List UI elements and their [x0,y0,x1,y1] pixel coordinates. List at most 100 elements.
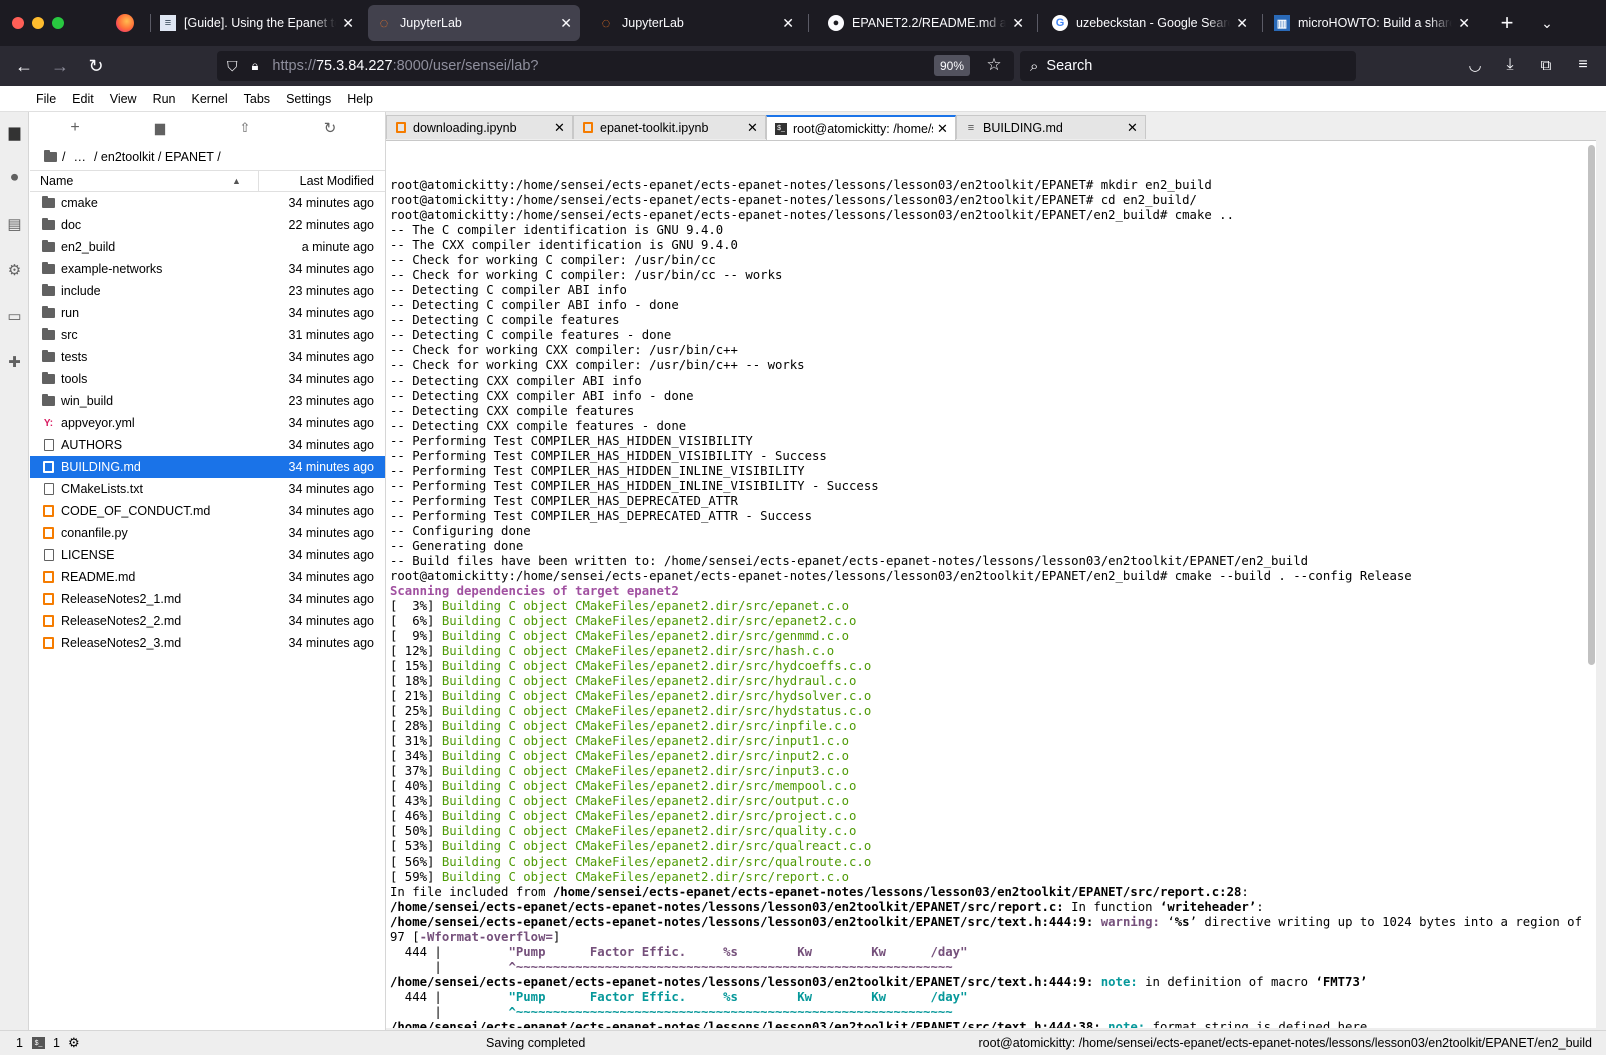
close-icon[interactable]: ✕ [747,120,761,136]
file-row[interactable]: LICENSE 34 minutes ago [30,544,385,566]
simple-mode-count[interactable]: 1 [16,1036,23,1050]
close-icon[interactable]: ✕ [1236,15,1248,32]
terminal-icon[interactable]: $_ [32,1037,45,1049]
file-browser-folder-icon[interactable]: ▆ [5,122,24,141]
menu-settings[interactable]: Settings [278,92,339,106]
kernel-status-gear-icon[interactable]: ⚙ [68,1035,80,1051]
extensions-icon[interactable]: ⧉ [1534,53,1558,77]
close-icon[interactable]: ✕ [1127,120,1141,136]
menu-edit[interactable]: Edit [64,92,102,106]
menu-help[interactable]: Help [339,92,381,106]
close-window-button[interactable] [12,17,24,29]
file-row[interactable]: tests 34 minutes ago [30,346,385,368]
name-column-header[interactable]: Name [40,174,73,188]
browser-tab-jupyterlab-active[interactable]: ◌ JupyterLab ✕ [368,5,580,41]
new-tab-button[interactable]: + [1495,10,1519,35]
last-modified-column-header[interactable]: Last Modified [300,174,374,188]
menu-icon[interactable]: ≡ [1571,53,1595,77]
terminal-output[interactable]: root@atomickitty:/home/sensei/ects-epane… [386,140,1596,1028]
close-icon[interactable]: ✕ [937,121,951,137]
zoom-level-button[interactable]: 90% [934,55,970,76]
list-all-tabs-button[interactable]: ⌄ [1535,11,1559,35]
file-row[interactable]: en2_build a minute ago [30,236,385,258]
file-row[interactable]: run 34 minutes ago [30,302,385,324]
menu-tabs[interactable]: Tabs [236,92,278,106]
breadcrumb-root[interactable]: / [62,150,65,164]
file-row[interactable]: CODE_OF_CONDUCT.md 34 minutes ago [30,500,385,522]
sort-ascending-icon[interactable]: ▲ [232,176,241,186]
new-launcher-plus-icon[interactable]: + [65,118,85,138]
tab-terminal-active[interactable]: $_ root@atomickitty: /home/sensei ✕ [766,115,956,140]
file-row[interactable]: src 31 minutes ago [30,324,385,346]
file-row[interactable]: Y: appveyor.yml 34 minutes ago [30,412,385,434]
browser-tab-jupyterlab[interactable]: ◌ JupyterLab ✕ [590,5,802,41]
browser-tab-google-search[interactable]: G uzebeckstan - Google Search ✕ [1044,5,1256,41]
refresh-icon[interactable]: ↻ [320,118,340,138]
forward-button[interactable]: → [48,54,72,78]
close-icon[interactable]: ✕ [560,15,572,32]
property-inspector-gear-icon[interactable]: ⚙ [5,260,24,279]
lock-icon[interactable]: 🔒︎ [252,58,259,74]
file-row[interactable]: ReleaseNotes2_2.md 34 minutes ago [30,610,385,632]
breadcrumb-path[interactable]: / en2toolkit / EPANET / [94,150,221,164]
file-modified: a minute ago [301,240,374,254]
url-bar[interactable]: ⛉ 🔒︎ https://75.3.84.227:8000/user/sense… [217,51,1014,81]
search-icon: ⌕ [1030,57,1039,75]
search-input[interactable]: ⌕ Search [1020,51,1356,81]
file-row[interactable]: win_build 23 minutes ago [30,390,385,412]
file-row[interactable]: CMakeLists.txt 34 minutes ago [30,478,385,500]
tab-downloading-notebook[interactable]: downloading.ipynb ✕ [386,115,573,139]
file-row[interactable]: cmake 34 minutes ago [30,192,385,214]
new-folder-icon[interactable]: ▆ [150,118,170,138]
file-row[interactable]: doc 22 minutes ago [30,214,385,236]
firefox-logo-icon[interactable] [116,14,134,32]
breadcrumb-ellipsis[interactable]: … [73,150,86,164]
home-folder-icon[interactable] [44,150,57,162]
folder-icon [42,240,55,253]
menu-file[interactable]: File [28,92,64,106]
close-icon[interactable]: ✕ [554,120,568,136]
download-icon[interactable]: ⤓ [1498,53,1522,77]
terminal-scrollbar-track[interactable] [1587,141,1596,1028]
command-palette-icon[interactable]: ▤ [5,214,24,233]
menu-view[interactable]: View [102,92,145,106]
browser-tab-label: JupyterLab [622,16,684,30]
terminal-text: -- Performing Test COMPILER_HAS_HIDDEN_I… [390,463,805,478]
close-icon[interactable]: ✕ [782,15,794,32]
url-text[interactable]: https://75.3.84.227:8000/user/sensei/lab… [272,58,538,74]
close-icon[interactable]: ✕ [342,15,354,32]
file-row[interactable]: include 23 minutes ago [30,280,385,302]
terminal-scrollbar-thumb[interactable] [1588,145,1595,665]
browser-tab-github[interactable]: ● EPANET2.2/README.md at master ✕ [820,5,1032,41]
star-icon[interactable]: ☆ [982,53,1006,77]
reload-button[interactable]: ↻ [84,54,108,78]
file-row[interactable]: example-networks 34 minutes ago [30,258,385,280]
file-row[interactable]: AUTHORS 34 minutes ago [30,434,385,456]
back-button[interactable]: ← [12,54,36,78]
file-row[interactable]: ReleaseNotes2_1.md 34 minutes ago [30,588,385,610]
menu-run[interactable]: Run [145,92,184,106]
menu-kernel[interactable]: Kernel [184,92,236,106]
browser-tab-microhowto[interactable]: ▥ microHOWTO: Build a shared library ✕ [1266,5,1478,41]
terminal-count[interactable]: 1 [53,1036,60,1050]
maximize-window-button[interactable] [52,17,64,29]
close-icon[interactable]: ✕ [1458,15,1470,32]
pocket-icon[interactable]: ◡ [1463,53,1487,77]
close-icon[interactable]: ✕ [1012,15,1024,32]
running-sessions-icon[interactable]: ⏺ [5,168,24,187]
open-tabs-icon[interactable]: ▭ [5,306,24,325]
file-row[interactable]: ReleaseNotes2_3.md 34 minutes ago [30,632,385,654]
minimize-window-button[interactable] [32,17,44,29]
shield-icon[interactable]: ⛉ [227,58,238,75]
tab-epanet-toolkit-notebook[interactable]: epanet-toolkit.ipynb ✕ [573,115,766,139]
terminal-text: ^~~~~~~~~~~~~~~~~~~~~~~~~~~~~~~~~~~~~~~~… [449,959,953,974]
extension-manager-puzzle-icon[interactable]: ✚ [5,352,24,371]
tab-building-md[interactable]: ≡ BUILDING.md ✕ [956,115,1146,139]
browser-tab-guide[interactable]: ≡ [Guide]. Using the Epanet toolkit ✕ [152,5,362,41]
file-row[interactable]: BUILDING.md 34 minutes ago [30,456,385,478]
file-row[interactable]: README.md 34 minutes ago [30,566,385,588]
upload-icon[interactable]: ⇧ [235,118,255,138]
terminal-line: [ 34%] Building C object CMakeFiles/epan… [390,749,1596,764]
file-row[interactable]: conanfile.py 34 minutes ago [30,522,385,544]
file-row[interactable]: tools 34 minutes ago [30,368,385,390]
